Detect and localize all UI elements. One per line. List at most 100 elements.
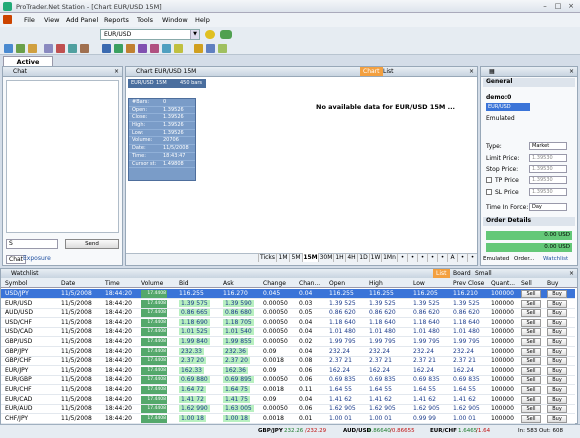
timeframe-button[interactable]: • [397, 253, 407, 262]
buy-button[interactable]: Buy [547, 309, 567, 318]
menu-tools[interactable]: Tools [137, 16, 153, 24]
sell-button[interactable]: Sell [521, 376, 541, 385]
menu-reports[interactable]: Reports [104, 16, 129, 24]
limit-price-input[interactable]: 1.39530 [529, 154, 567, 162]
new-chart-icon[interactable] [4, 44, 13, 53]
timeframe-button[interactable]: 1D [357, 253, 369, 262]
indicator-icon[interactable] [138, 44, 147, 53]
sell-button[interactable]: Sell [521, 318, 541, 327]
sell-button[interactable]: Sell [521, 366, 541, 375]
timeframe-button[interactable]: 1M [276, 253, 289, 262]
chart-bar-icon[interactable] [102, 44, 111, 53]
tab-emulated[interactable]: Emulated [483, 256, 509, 262]
timeframe-button[interactable]: A [447, 253, 457, 262]
panel-close-icon[interactable]: × [569, 67, 574, 77]
buy-button[interactable]: Buy [547, 299, 567, 308]
sell-button[interactable]: Sell [521, 290, 541, 298]
buy-button[interactable]: Buy [547, 386, 567, 394]
table-row[interactable]: USD/CHF 11/5/2008 18:44:20 17.4408 1.18 690 1… [1, 318, 575, 328]
timeframe-button[interactable]: • [427, 253, 437, 262]
close-icon[interactable]: × [566, 2, 576, 10]
key-icon[interactable] [205, 30, 215, 39]
table-row[interactable]: EUR/GBP 11/5/2008 18:44:20 17.4408 0.69 880 0… [1, 375, 575, 386]
stop-price-input[interactable]: 1.39530 [529, 165, 567, 173]
buy-button[interactable]: Buy [547, 395, 567, 404]
news-icon[interactable] [206, 44, 215, 53]
timeframe-button[interactable]: • [407, 253, 417, 262]
tab-exposure[interactable]: Exposure [23, 255, 51, 262]
timeframe-button[interactable]: • [437, 253, 447, 262]
tab-chart[interactable]: Chart [360, 67, 383, 76]
report-icon[interactable] [80, 44, 89, 53]
trade-icon[interactable] [68, 44, 77, 53]
alert-icon[interactable] [194, 44, 203, 53]
chat-input[interactable]: S [6, 239, 58, 249]
column-header[interactable]: Date [61, 280, 75, 287]
table-row[interactable]: EUR/CHF 11/5/2008 18:44:20 17.4408 1.64 72 1.… [1, 385, 575, 395]
tp-checkbox[interactable] [486, 177, 492, 183]
column-header[interactable]: Volume [141, 280, 163, 287]
timeframe-button[interactable]: 15M [302, 253, 318, 262]
timeframe-button[interactable]: Ticks [258, 253, 276, 262]
column-header[interactable]: Sell [521, 280, 532, 287]
open-icon[interactable] [16, 44, 25, 53]
column-header[interactable]: Prev Close [453, 280, 484, 287]
sell-button[interactable]: Sell [521, 395, 541, 404]
buy-button[interactable]: Buy [547, 318, 567, 327]
chart-candle-icon[interactable] [126, 44, 135, 53]
buy-button[interactable]: Buy [547, 328, 567, 337]
maximize-icon[interactable]: □ [553, 2, 563, 10]
table-row[interactable]: USD/JPY 11/5/2008 18:44:20 17.4408 116.255 11… [1, 289, 575, 299]
sell-button[interactable]: Sell [521, 338, 541, 346]
column-header[interactable]: Change [263, 280, 286, 287]
panel-close-icon[interactable]: × [114, 67, 119, 77]
timeframe-button[interactable]: • [457, 253, 467, 262]
column-header[interactable]: Chan... [299, 280, 320, 287]
calendar-icon[interactable] [218, 44, 227, 53]
symbol-select[interactable]: EUR/USD ▼ [100, 29, 200, 40]
column-header[interactable]: Time [105, 280, 120, 287]
draw-icon[interactable] [150, 44, 159, 53]
zoom-icon[interactable] [162, 44, 171, 53]
save-icon[interactable] [28, 44, 37, 53]
column-header[interactable]: High [369, 280, 383, 287]
tab-order[interactable]: Order... [514, 256, 534, 262]
tab-list[interactable]: List [383, 67, 394, 77]
sell-button[interactable]: Sell [521, 309, 541, 318]
buy-button[interactable]: Buy [547, 376, 567, 385]
tab-list[interactable]: List [433, 269, 450, 278]
chart-line-icon[interactable] [114, 44, 123, 53]
panel-close-icon[interactable]: × [469, 67, 474, 77]
column-header[interactable]: Low [413, 280, 425, 287]
sl-price-input[interactable]: 1.39530 [529, 188, 567, 196]
timeframe-button[interactable]: • [417, 253, 427, 262]
table-row[interactable]: EUR/JPY 11/5/2008 18:44:20 17.4408 162.33 162… [1, 366, 575, 376]
watchlist-icon[interactable] [44, 44, 53, 53]
table-row[interactable]: CHF/JPY 11/5/2008 18:44:20 17.4408 1.00 18 1.… [1, 414, 575, 424]
sell-button[interactable]: Sell [521, 328, 541, 337]
minimize-icon[interactable]: – [540, 2, 550, 10]
table-row[interactable]: AUD/USD 11/5/2008 18:44:20 17.4408 0.86 665 0… [1, 308, 575, 319]
column-header[interactable]: Bid [179, 280, 189, 287]
column-header[interactable]: Open [329, 280, 345, 287]
order-icon[interactable] [56, 44, 65, 53]
buy-button[interactable]: Buy [547, 414, 567, 423]
buy-button[interactable]: Buy [547, 366, 567, 375]
menu-help[interactable]: Help [195, 16, 210, 24]
table-row[interactable]: EUR/AUD 11/5/2008 18:44:20 17.4408 1.62 990 1… [1, 404, 575, 415]
table-row[interactable]: GBP/JPY 11/5/2008 18:44:20 17.4408 232.33 232… [1, 347, 575, 357]
sell-button[interactable]: Sell [521, 405, 541, 414]
sell-button[interactable]: Sell [521, 347, 541, 356]
menu-file[interactable]: File [24, 16, 35, 24]
table-row[interactable]: USD/CAD 11/5/2008 18:44:20 17.4408 1.01 525 1… [1, 327, 575, 338]
sell-button[interactable]: Sell [521, 414, 541, 423]
buy-button[interactable]: Buy [547, 338, 567, 346]
send-button[interactable]: Send [65, 239, 119, 249]
type-select[interactable]: Market [529, 142, 567, 150]
timeframe-button[interactable]: 4H [345, 253, 357, 262]
crosshair-icon[interactable] [174, 44, 183, 53]
sell-button[interactable]: Sell [521, 299, 541, 308]
timeframe-button[interactable]: 1Mn [381, 253, 397, 262]
sell-button[interactable]: Sell [521, 357, 541, 366]
tp-price-input[interactable]: 1.39530 [529, 176, 567, 184]
